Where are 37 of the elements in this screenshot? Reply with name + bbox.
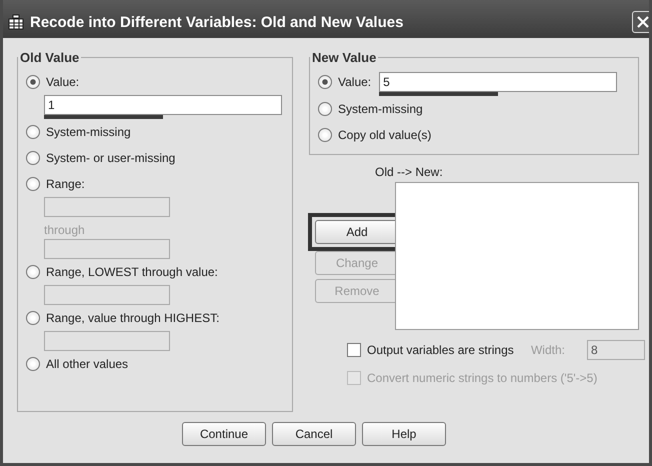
value-field[interactable]: 5: [379, 72, 618, 92]
checkbox[interactable]: [347, 343, 361, 357]
radio-button[interactable]: [26, 265, 40, 279]
radio-button[interactable]: [26, 151, 40, 165]
dialog-button[interactable]: Cancel: [272, 422, 356, 446]
radio-button[interactable]: [26, 75, 40, 89]
option-label: Range, value through HIGHEST:: [46, 311, 220, 325]
group-title: Old Value: [19, 50, 80, 65]
group-title: New Value: [311, 50, 378, 65]
option-label: Value:: [46, 75, 80, 89]
checkbox-label: Convert numeric strings to numbers ('5'->5): [367, 371, 598, 385]
radio-button[interactable]: [26, 177, 40, 191]
mapping-list[interactable]: [395, 182, 639, 330]
radio-button[interactable]: [26, 357, 40, 371]
option-label: System-missing: [46, 125, 131, 139]
option-label: Value:: [338, 75, 372, 89]
radio-button[interactable]: [318, 128, 332, 142]
radio-button[interactable]: [26, 311, 40, 325]
grid-icon: [8, 14, 24, 30]
option-label: System- or user-missing: [46, 151, 176, 165]
dialog-button[interactable]: Help: [362, 422, 446, 446]
checkbox-label: Output variables are strings: [367, 343, 514, 357]
width-label: Width:: [530, 343, 565, 357]
radio-button[interactable]: [318, 75, 332, 89]
value-field[interactable]: 1: [44, 95, 282, 115]
close-button[interactable]: [632, 11, 649, 33]
radio-button[interactable]: [318, 102, 332, 116]
option-label: Range:: [46, 177, 85, 191]
window-title: Recode into Different Variables: Old and New Values: [30, 14, 404, 30]
option-label: Range, LOWEST through value:: [46, 265, 218, 279]
radio-button[interactable]: [26, 125, 40, 139]
option-label: All other values: [46, 357, 128, 371]
list-label: Old --> New:: [375, 165, 444, 179]
option-label: System-missing: [338, 102, 423, 116]
option-label: Copy old value(s): [338, 128, 432, 142]
dialog-button[interactable]: Continue: [182, 422, 266, 446]
field-label: through: [44, 223, 86, 237]
